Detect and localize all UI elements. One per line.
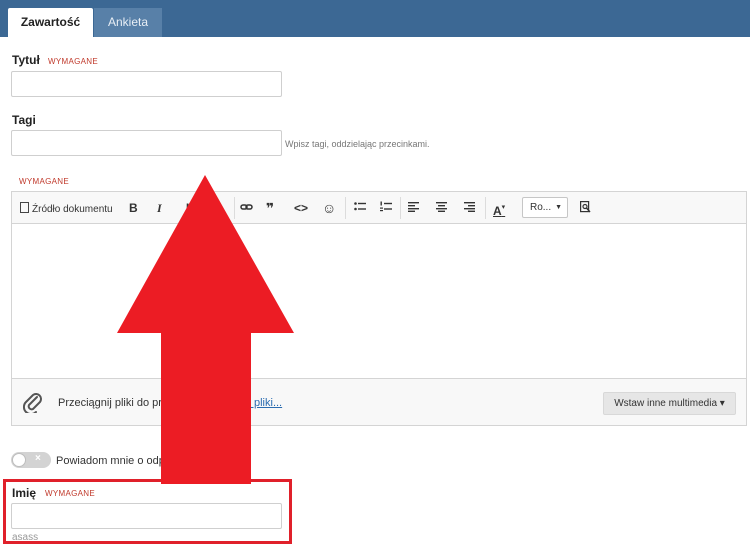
text-color-button[interactable]: A▾ xyxy=(493,201,505,218)
strikethrough-button[interactable]: S xyxy=(213,201,221,215)
link-button[interactable] xyxy=(240,201,253,216)
tab-content[interactable]: Zawartość xyxy=(8,8,93,37)
bullet-list-button[interactable] xyxy=(354,201,366,215)
align-center-icon xyxy=(436,202,447,212)
insert-media-button[interactable]: Wstaw inne multimedia ▾ xyxy=(603,392,736,415)
header-bar: Zawartość Ankieta xyxy=(0,0,750,37)
below-name-text: asass xyxy=(12,532,39,543)
attach-hint-text: Przeciągnij pliki do prz xyxy=(58,397,168,409)
numbered-list-button[interactable] xyxy=(380,201,392,215)
font-select[interactable]: Ro... ▼ xyxy=(522,197,568,218)
align-right-button[interactable] xyxy=(464,201,475,215)
title-input[interactable] xyxy=(11,71,282,97)
toolbar-separator xyxy=(234,197,235,219)
content-required-badge: WYMAGANE xyxy=(19,177,69,186)
notify-toggle-label: Powiadom mnie o odp xyxy=(56,455,165,467)
link-icon xyxy=(240,204,253,210)
code-button[interactable]: <> xyxy=(294,201,308,215)
align-left-icon xyxy=(408,202,419,212)
notify-toggle[interactable]: × xyxy=(11,452,51,468)
chevron-down-icon: ▼ xyxy=(555,204,562,211)
text-color-caret-icon: ▾ xyxy=(501,204,506,211)
bullet-list-icon xyxy=(354,202,366,211)
name-label: Imię xyxy=(12,486,37,500)
align-center-button[interactable] xyxy=(436,201,447,215)
toggle-knob xyxy=(12,453,26,467)
align-left-button[interactable] xyxy=(408,201,419,215)
document-icon xyxy=(20,202,29,213)
tags-hint: Wpisz tagi, oddzielając przecinkami. xyxy=(285,139,430,149)
italic-button[interactable]: I xyxy=(157,201,162,215)
quote-button[interactable]: ❞ xyxy=(266,201,274,215)
toolbar-separator xyxy=(485,197,486,219)
emoji-button[interactable]: ☺ xyxy=(322,201,336,215)
title-label: Tytuł xyxy=(12,53,40,67)
toolbar-separator xyxy=(345,197,346,219)
close-icon: × xyxy=(35,453,41,464)
paperclip-icon xyxy=(22,391,43,418)
name-required-badge: WYMAGANE xyxy=(45,489,95,498)
title-required-badge: WYMAGANE xyxy=(48,57,98,66)
underline-button[interactable]: U xyxy=(186,201,195,215)
align-right-icon xyxy=(464,202,475,212)
tags-input[interactable] xyxy=(11,130,282,156)
name-input[interactable] xyxy=(11,503,282,529)
editor-toolbar: Źródło dokumentu B I U S ❞ <> ☺ A▾ Ro...… xyxy=(12,192,746,224)
tab-survey[interactable]: Ankieta xyxy=(94,8,162,37)
source-label: Źródło dokumentu xyxy=(32,204,113,215)
rich-text-editor[interactable]: Źródło dokumentu B I U S ❞ <> ☺ A▾ Ro...… xyxy=(11,191,747,426)
source-button[interactable]: Źródło dokumentu xyxy=(20,201,113,217)
toolbar-separator xyxy=(400,197,401,219)
editor-attachments-bar: Przeciągnij pliki do prz z pliki... Wstaw… xyxy=(12,378,746,425)
bold-button[interactable]: B xyxy=(129,201,138,215)
numbered-list-icon xyxy=(380,201,392,212)
text-color-label: A xyxy=(493,204,502,218)
attach-hint: Przeciągnij pliki do prz z pliki... xyxy=(58,397,282,409)
preview-button[interactable] xyxy=(580,201,591,216)
font-select-value: Ro... xyxy=(530,202,552,213)
preview-icon xyxy=(580,201,591,213)
choose-files-link[interactable]: z pliki... xyxy=(245,397,282,409)
tags-label: Tagi xyxy=(12,113,36,127)
